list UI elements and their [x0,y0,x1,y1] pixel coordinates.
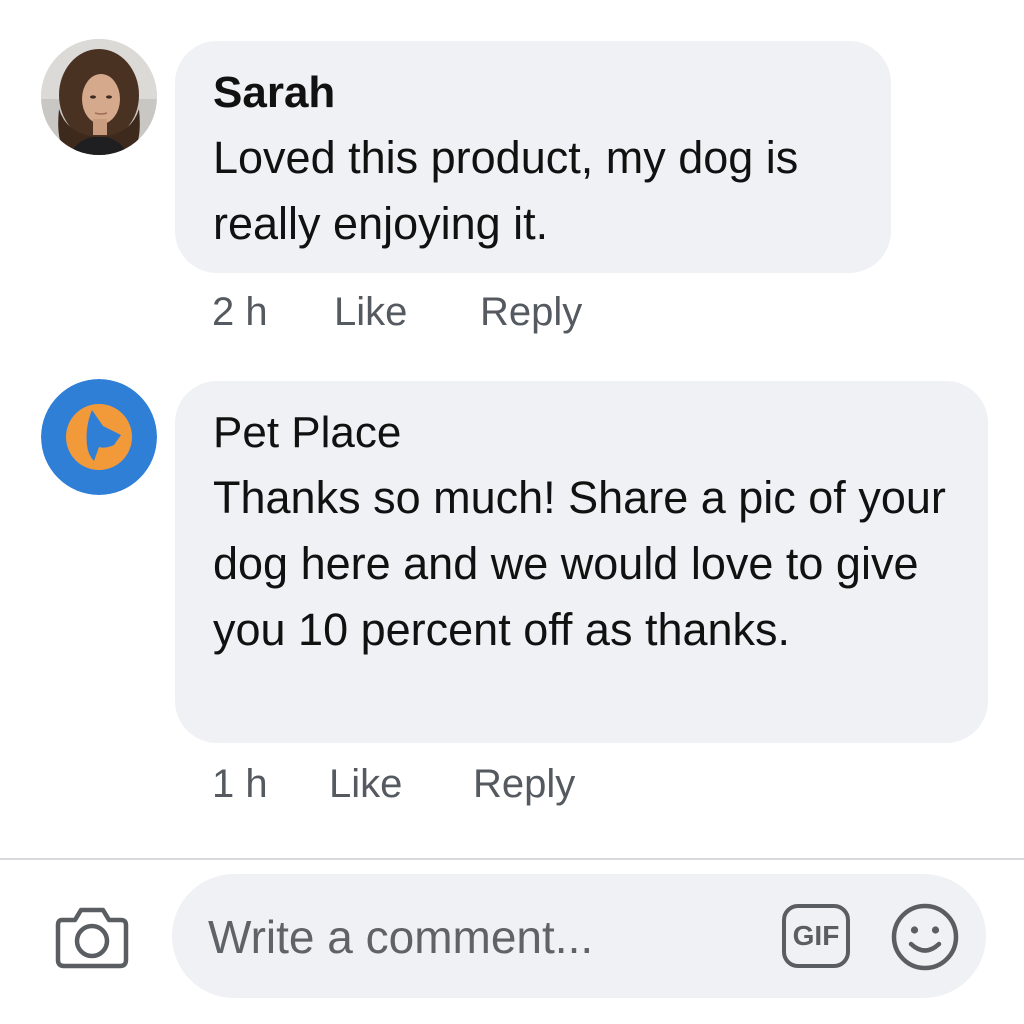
comment-author[interactable]: Pet Place [213,405,950,461]
comment-text: Loved this product, my dog is really enj… [213,132,799,249]
like-button[interactable]: Like [334,288,407,336]
comment-author[interactable]: Sarah [213,65,853,121]
comment-input[interactable] [208,908,768,966]
like-button[interactable]: Like [329,760,402,808]
avatar-sarah[interactable] [41,39,157,155]
avatar-pet-place[interactable] [41,379,157,495]
emoji-button[interactable] [890,902,960,972]
camera-icon [55,907,129,969]
reply-button[interactable]: Reply [480,288,582,336]
user-photo-avatar-icon [41,39,157,155]
comment-timestamp: 1 h [212,762,268,806]
pet-place-logo-icon [41,379,157,495]
comment-text: Thanks so much! Share a pic of your dog … [213,472,946,655]
smiley-icon [891,903,959,971]
reply-button[interactable]: Reply [473,760,575,808]
comment-composer: GIF [172,874,986,998]
comment-bubble: Sarah Loved this product, my dog is real… [175,41,891,273]
divider [0,858,1024,860]
comment-timestamp: 2 h [212,290,268,334]
camera-button[interactable] [54,898,130,970]
gif-button[interactable]: GIF [782,904,850,968]
comment-bubble: Pet Place Thanks so much! Share a pic of… [175,381,988,743]
